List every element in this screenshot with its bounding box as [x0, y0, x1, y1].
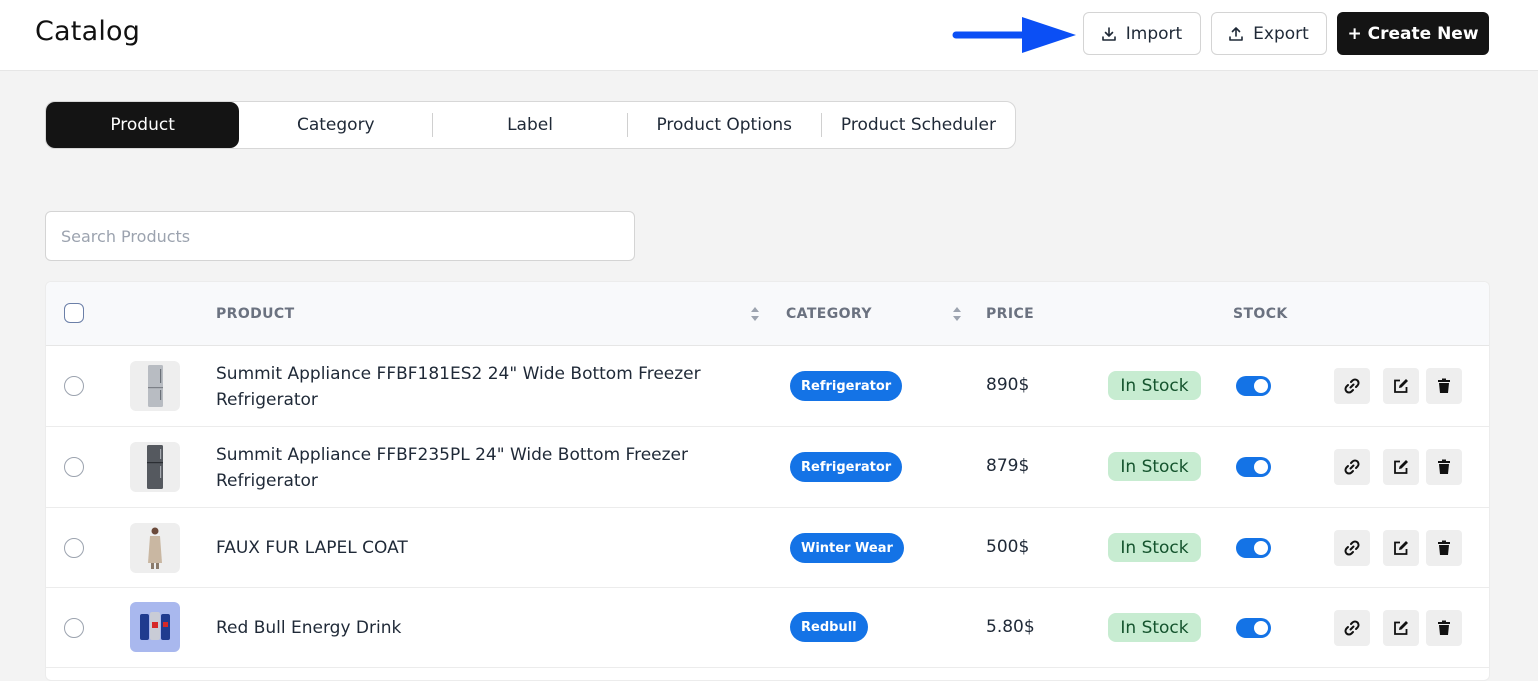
search-input[interactable] — [45, 211, 635, 261]
enable-toggle[interactable] — [1236, 376, 1271, 396]
product-price: 879$ — [986, 456, 1030, 476]
enable-toggle[interactable] — [1236, 538, 1271, 558]
copy-link-button[interactable] — [1334, 530, 1370, 566]
edit-icon — [1394, 379, 1408, 393]
trash-icon — [1438, 378, 1450, 393]
row-checkbox[interactable] — [64, 376, 84, 396]
create-new-label: + Create New — [1347, 23, 1479, 44]
create-new-button[interactable]: + Create New — [1337, 12, 1489, 55]
row-checkbox[interactable] — [64, 457, 84, 477]
edit-button[interactable] — [1383, 530, 1419, 566]
download-icon — [1101, 26, 1116, 41]
table-row: Summit Appliance FFBF181ES2 24" Wide Bot… — [46, 346, 1489, 427]
edit-button[interactable] — [1383, 368, 1419, 404]
select-all-checkbox[interactable] — [64, 303, 84, 323]
table-row: FAUX FUR LAPEL COAT Winter Wear 500$ In … — [46, 508, 1489, 588]
table-header: PRODUCT CATEGORY PRICE STOCK — [46, 282, 1489, 346]
link-icon — [1344, 540, 1360, 556]
row-checkbox[interactable] — [64, 618, 84, 638]
column-header-product[interactable]: PRODUCT — [216, 306, 295, 322]
sort-icon[interactable] — [952, 306, 962, 322]
category-badge: Refrigerator — [790, 371, 903, 401]
category-badge: Winter Wear — [790, 533, 904, 563]
export-button[interactable]: Export — [1211, 12, 1327, 55]
table-row: Red Bull Energy Drink Redbull 5.80$ In S… — [46, 588, 1489, 668]
column-header-category[interactable]: CATEGORY — [786, 306, 872, 322]
link-icon — [1344, 620, 1360, 636]
row-checkbox[interactable] — [64, 538, 84, 558]
trash-icon — [1438, 459, 1450, 474]
column-header-stock: STOCK — [1233, 306, 1288, 322]
product-price: 500$ — [986, 537, 1030, 557]
coat-image — [148, 527, 162, 569]
product-name[interactable]: Summit Appliance FFBF181ES2 24" Wide Bot… — [216, 361, 736, 413]
import-label: Import — [1125, 23, 1183, 44]
fridge-image — [148, 365, 163, 407]
category-badge: Refrigerator — [790, 452, 903, 482]
product-thumbnail — [130, 602, 180, 652]
stock-status-badge: In Stock — [1108, 613, 1201, 642]
redbull-image — [140, 612, 170, 640]
products-table: PRODUCT CATEGORY PRICE STOCK Summit Appl… — [45, 281, 1490, 681]
delete-button[interactable] — [1426, 530, 1462, 566]
link-icon — [1344, 378, 1360, 394]
fridge-image — [147, 445, 163, 489]
trash-icon — [1438, 620, 1450, 635]
edit-icon — [1394, 621, 1408, 635]
product-name[interactable]: Red Bull Energy Drink — [216, 615, 736, 641]
import-button[interactable]: Import — [1083, 12, 1201, 55]
tab-product[interactable]: Product — [46, 102, 240, 148]
page-title: Catalog — [35, 16, 141, 47]
sort-icon[interactable] — [750, 306, 760, 322]
copy-link-button[interactable] — [1334, 449, 1370, 485]
column-header-price: PRICE — [986, 306, 1035, 322]
export-label: Export — [1253, 23, 1309, 44]
copy-link-button[interactable] — [1334, 368, 1370, 404]
product-price: 5.80$ — [986, 617, 1035, 637]
catalog-tabs: Product Category Label Product Options P… — [45, 101, 1016, 149]
product-name[interactable]: Summit Appliance FFBF235PL 24" Wide Bott… — [216, 442, 736, 494]
edit-button[interactable] — [1383, 449, 1419, 485]
stock-status-badge: In Stock — [1108, 371, 1201, 400]
upload-icon — [1229, 26, 1243, 41]
product-thumbnail — [130, 361, 180, 411]
link-icon — [1344, 459, 1360, 475]
category-badge: Redbull — [790, 612, 868, 642]
edit-icon — [1394, 541, 1408, 555]
tab-category[interactable]: Category — [239, 102, 432, 148]
tab-product-options[interactable]: Product Options — [628, 102, 821, 148]
copy-link-button[interactable] — [1334, 610, 1370, 646]
tab-product-scheduler[interactable]: Product Scheduler — [822, 102, 1015, 148]
arrow-right-icon — [952, 17, 1076, 53]
product-thumbnail — [130, 523, 180, 573]
stock-status-badge: In Stock — [1108, 533, 1201, 562]
trash-icon — [1438, 540, 1450, 555]
delete-button[interactable] — [1426, 368, 1462, 404]
product-name[interactable]: FAUX FUR LAPEL COAT — [216, 535, 736, 561]
enable-toggle[interactable] — [1236, 457, 1271, 477]
edit-button[interactable] — [1383, 610, 1419, 646]
enable-toggle[interactable] — [1236, 618, 1271, 638]
table-row: Summit Appliance FFBF235PL 24" Wide Bott… — [46, 427, 1489, 508]
edit-icon — [1394, 460, 1408, 474]
delete-button[interactable] — [1426, 449, 1462, 485]
stock-status-badge: In Stock — [1108, 452, 1201, 481]
product-price: 890$ — [986, 375, 1030, 395]
top-bar: Catalog Import Export + Create New — [0, 0, 1538, 71]
delete-button[interactable] — [1426, 610, 1462, 646]
product-thumbnail — [130, 442, 180, 492]
tab-label[interactable]: Label — [433, 102, 626, 148]
